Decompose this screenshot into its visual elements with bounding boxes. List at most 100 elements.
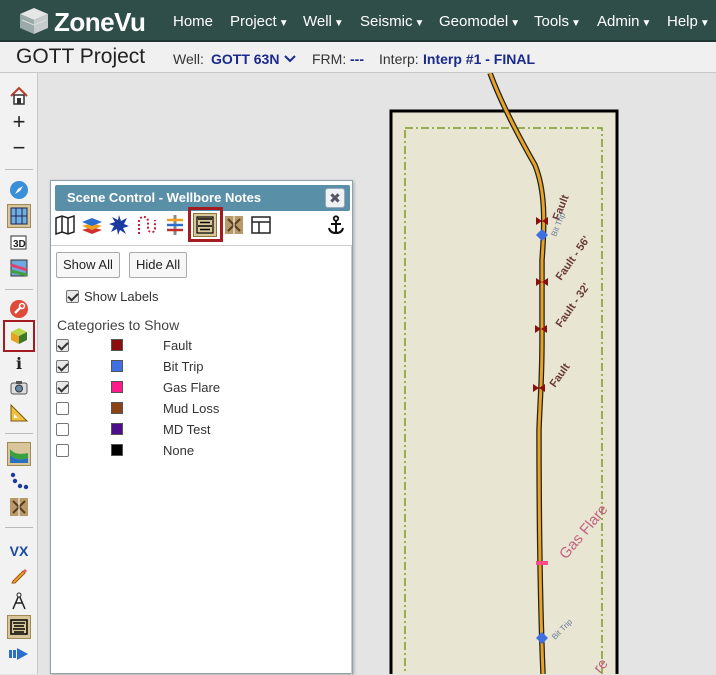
nav-help[interactable]: Help ▼ xyxy=(667,13,710,30)
close-button[interactable]: ✖ xyxy=(325,188,345,208)
home-icon[interactable] xyxy=(7,84,31,108)
left-toolbar: + − 3D i VX xyxy=(0,73,38,674)
category-checkbox[interactable] xyxy=(56,444,69,457)
burst-icon[interactable] xyxy=(107,213,131,237)
toolbar-separator xyxy=(5,527,33,528)
show-labels-label: Show Labels xyxy=(84,289,159,304)
interp-label: Interp: xyxy=(379,51,419,67)
nav-seismic[interactable]: Seismic ▼ xyxy=(360,13,424,30)
nav-seismic-label: Seismic xyxy=(360,13,413,30)
layout-icon[interactable] xyxy=(249,213,273,237)
scene-control-panel: Scene Control - Wellbore Notes ✖ Show Al… xyxy=(50,180,353,675)
caret-down-icon: ▼ xyxy=(333,18,344,29)
well-value: GOTT 63N xyxy=(211,51,280,67)
category-checkbox[interactable] xyxy=(56,339,69,352)
panel-body: Show All Hide All Show Labels Categories… xyxy=(51,245,352,675)
category-label: Gas Flare xyxy=(163,380,221,395)
category-label: MD Test xyxy=(163,422,211,437)
nav-well-label: Well xyxy=(303,13,332,30)
nav-geomodel-label: Geomodel xyxy=(439,13,509,30)
nav-admin-label: Admin xyxy=(597,13,640,30)
zonevu-logo[interactable]: ZoneVu xyxy=(18,6,158,37)
close-icon: ✖ xyxy=(329,190,341,206)
category-color-swatch xyxy=(111,444,123,456)
map-view-icon[interactable] xyxy=(7,204,31,228)
well-trajectory-icon[interactable] xyxy=(135,213,159,237)
camera-icon[interactable] xyxy=(7,375,31,399)
toolbar-separator xyxy=(5,289,33,290)
well-label: Well: xyxy=(173,51,204,67)
zone-outer-border xyxy=(389,109,619,674)
category-label: Bit Trip xyxy=(163,359,204,374)
caret-down-icon: ▼ xyxy=(510,18,521,29)
anchor-icon[interactable] xyxy=(324,213,348,237)
vx-icon[interactable]: VX xyxy=(7,539,31,563)
frm-value[interactable]: --- xyxy=(350,51,364,67)
3d-canvas[interactable]: Fault Bit Trip Fault - 56' Fault - 32' F… xyxy=(355,73,716,674)
chevron-down-icon xyxy=(284,55,297,63)
well-selector[interactable]: GOTT 63N xyxy=(211,51,297,67)
category-color-swatch xyxy=(111,402,123,414)
layers-icon[interactable] xyxy=(80,213,104,237)
category-label: Mud Loss xyxy=(163,401,220,416)
tool-icon[interactable] xyxy=(7,589,31,613)
category-color-swatch xyxy=(111,423,123,435)
project-title: GOTT Project xyxy=(16,45,146,68)
gas-flare-marker xyxy=(536,561,548,565)
nav-geomodel[interactable]: Geomodel ▼ xyxy=(439,13,520,30)
points-icon[interactable] xyxy=(7,469,31,493)
well-log-icon[interactable] xyxy=(163,213,187,237)
caret-down-icon: ▼ xyxy=(278,18,289,29)
wrench-icon[interactable] xyxy=(7,297,31,321)
nav-tools-label: Tools xyxy=(534,13,570,30)
top-navbar: ZoneVu Home Project ▼ Well ▼ Seismic ▼ Geom… xyxy=(0,0,716,42)
layers-cube-icon[interactable] xyxy=(3,320,35,352)
show-labels-checkbox[interactable] xyxy=(66,290,79,303)
info-icon[interactable]: i xyxy=(7,351,31,375)
toolbar-separator xyxy=(5,169,33,170)
nav-home[interactable]: Home xyxy=(173,13,213,30)
well-scene: Fault Bit Trip Fault - 56' Fault - 32' F… xyxy=(389,73,619,674)
3d-icon[interactable]: 3D xyxy=(7,230,31,254)
fault-scene-icon[interactable] xyxy=(222,213,246,237)
notes-icon[interactable] xyxy=(7,615,31,639)
category-checkbox[interactable] xyxy=(56,423,69,436)
caret-down-icon: ▼ xyxy=(641,18,652,29)
cross-section-icon[interactable] xyxy=(7,256,31,280)
horizon-icon[interactable] xyxy=(7,442,31,466)
forward-icon[interactable] xyxy=(7,642,31,666)
show-all-button[interactable]: Show All xyxy=(56,252,120,278)
toolbar-separator xyxy=(5,433,33,434)
category-color-swatch xyxy=(111,339,123,351)
category-checkbox[interactable] xyxy=(56,360,69,373)
category-color-swatch xyxy=(111,381,123,393)
ruler-icon[interactable] xyxy=(7,401,31,425)
nav-help-label: Help xyxy=(667,13,698,30)
caret-down-icon: ▼ xyxy=(699,18,710,29)
category-label: Fault xyxy=(163,338,192,353)
map-icon[interactable] xyxy=(53,213,77,237)
panel-title: Scene Control - Wellbore Notes xyxy=(67,190,262,205)
zoom-in-icon[interactable]: + xyxy=(7,109,31,134)
wellbore-notes-icon[interactable] xyxy=(193,213,217,237)
nav-well[interactable]: Well ▼ xyxy=(303,13,344,30)
zoom-out-icon[interactable]: − xyxy=(7,135,31,160)
fault-icon[interactable] xyxy=(7,495,31,519)
logo-cube-icon xyxy=(20,8,48,34)
compass-icon[interactable] xyxy=(7,178,31,202)
category-checkbox[interactable] xyxy=(56,402,69,415)
caret-down-icon: ▼ xyxy=(414,18,425,29)
interp-value[interactable]: Interp #1 - FINAL xyxy=(423,51,535,67)
frm-label: FRM: xyxy=(312,51,347,67)
category-color-swatch xyxy=(111,360,123,372)
hide-all-button[interactable]: Hide All xyxy=(129,252,188,278)
nav-project[interactable]: Project ▼ xyxy=(230,13,289,30)
categories-heading: Categories to Show xyxy=(57,317,180,333)
category-checkbox[interactable] xyxy=(56,381,69,394)
nav-tools[interactable]: Tools ▼ xyxy=(534,13,581,30)
category-label: None xyxy=(163,443,195,458)
caret-down-icon: ▼ xyxy=(571,18,581,29)
pencil-icon[interactable] xyxy=(7,563,31,587)
logo-text: ZoneVu xyxy=(54,7,146,37)
nav-admin[interactable]: Admin ▼ xyxy=(597,13,651,30)
